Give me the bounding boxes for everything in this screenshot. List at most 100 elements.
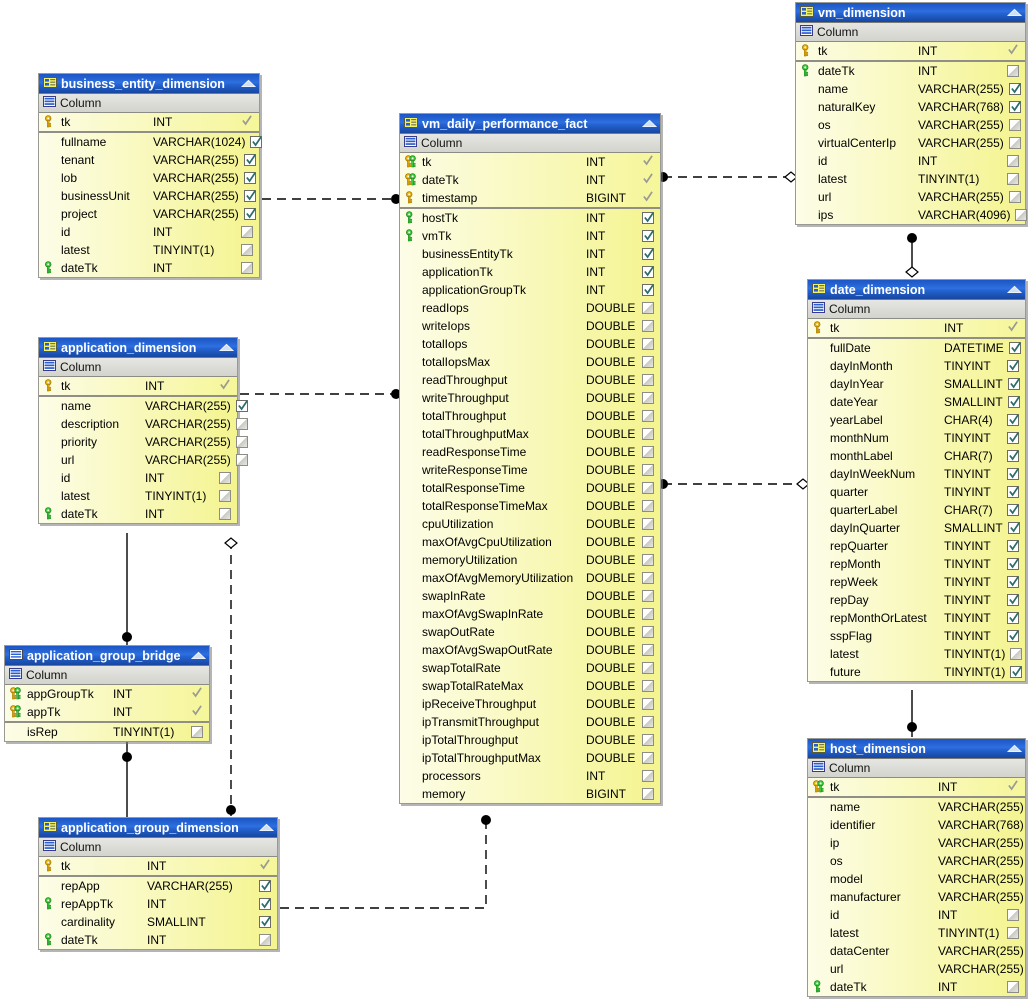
column-checkbox[interactable] [641, 354, 657, 370]
column-checkbox[interactable] [235, 452, 251, 468]
column-row[interactable]: totalResponseTime DOUBLE [400, 479, 660, 497]
column-checkbox[interactable] [1008, 81, 1024, 97]
column-row[interactable]: repAppTk INT [39, 895, 277, 913]
column-row[interactable]: tk INT [400, 153, 660, 171]
column-row[interactable]: maxOfAvgMemoryUtilization DOUBLE [400, 569, 660, 587]
column-checkbox[interactable] [1006, 484, 1022, 500]
column-checkbox[interactable] [1006, 574, 1022, 590]
column-row[interactable]: dateTk INT [796, 62, 1025, 80]
column-row[interactable]: dateTk INT [39, 931, 277, 949]
column-row[interactable]: dateTk INT [808, 978, 1025, 996]
column-checkbox[interactable] [258, 858, 274, 874]
table-application_group_dimension[interactable]: application_group_dimension Column tk INT re… [38, 817, 278, 950]
column-checkbox[interactable] [243, 206, 259, 222]
column-row[interactable]: vmTk INT [400, 227, 660, 245]
column-checkbox[interactable] [641, 210, 657, 226]
column-row[interactable]: name VARCHAR(255) [796, 80, 1025, 98]
column-row[interactable]: latest TINYINT(1) [39, 241, 259, 259]
column-row[interactable]: memoryUtilization DOUBLE [400, 551, 660, 569]
column-row[interactable]: quarter TINYINT [808, 483, 1025, 501]
table-titlebar[interactable]: vm_dimension [796, 3, 1025, 23]
column-checkbox[interactable] [641, 318, 657, 334]
column-row[interactable]: dayInMonth TINYINT [808, 357, 1025, 375]
column-section-header[interactable]: Column [808, 300, 1025, 319]
column-row[interactable]: swapOutRate DOUBLE [400, 623, 660, 641]
column-checkbox[interactable] [1006, 628, 1022, 644]
column-row[interactable]: swapTotalRate DOUBLE [400, 659, 660, 677]
column-checkbox[interactable] [258, 932, 274, 948]
column-row[interactable]: memory BIGINT [400, 785, 660, 803]
column-row[interactable]: ips VARCHAR(4096) [796, 206, 1028, 224]
table-vm_dimension[interactable]: vm_dimension Column tk INT dateTk INT name VARC… [795, 2, 1028, 225]
column-row[interactable]: identifier VARCHAR(768) [808, 816, 1025, 834]
column-checkbox[interactable] [1006, 502, 1022, 518]
column-checkbox[interactable] [190, 724, 206, 740]
column-checkbox[interactable] [1006, 448, 1022, 464]
column-checkbox[interactable] [1006, 979, 1022, 995]
column-row[interactable]: totalThroughput DOUBLE [400, 407, 660, 425]
column-checkbox[interactable] [1006, 153, 1022, 169]
column-row[interactable]: maxOfAvgSwapInRate DOUBLE [400, 605, 660, 623]
table-date_dimension[interactable]: date_dimension Column tk INT fullDate DATETIM… [807, 279, 1026, 682]
column-checkbox[interactable] [1006, 412, 1022, 428]
collapse-icon[interactable] [255, 821, 275, 835]
collapse-icon[interactable] [215, 341, 235, 355]
column-checkbox[interactable] [1006, 358, 1022, 374]
table-titlebar[interactable]: application_dimension [39, 338, 237, 358]
column-row[interactable]: tk INT [808, 778, 1025, 796]
table-titlebar[interactable]: business_entity_dimension [39, 74, 259, 94]
column-checkbox[interactable] [641, 642, 657, 658]
column-checkbox[interactable] [641, 534, 657, 550]
column-checkbox[interactable] [1006, 592, 1022, 608]
table-titlebar[interactable]: application_group_bridge [5, 646, 209, 666]
column-row[interactable]: repMonthOrLatest TINYINT [808, 609, 1025, 627]
column-section-header[interactable]: Column [39, 838, 277, 857]
column-row[interactable]: yearLabel CHAR(4) [808, 411, 1025, 429]
column-section-header[interactable]: Column [39, 94, 259, 113]
column-row[interactable]: latest TINYINT(1) [808, 924, 1025, 942]
column-checkbox[interactable] [641, 462, 657, 478]
column-checkbox[interactable] [641, 750, 657, 766]
column-checkbox[interactable] [1009, 664, 1025, 680]
column-row[interactable]: lob VARCHAR(255) [39, 169, 259, 187]
column-checkbox[interactable] [641, 714, 657, 730]
collapse-icon[interactable] [187, 649, 207, 663]
column-row[interactable]: writeIops DOUBLE [400, 317, 660, 335]
column-row[interactable]: repWeek TINYINT [808, 573, 1025, 591]
column-row[interactable]: name VARCHAR(255) [39, 397, 248, 415]
column-row[interactable]: writeResponseTime DOUBLE [400, 461, 660, 479]
column-row[interactable]: readIops DOUBLE [400, 299, 660, 317]
column-row[interactable]: maxOfAvgCpuUtilization DOUBLE [400, 533, 660, 551]
column-checkbox[interactable] [641, 154, 657, 170]
column-row[interactable]: manufacturer VARCHAR(255) [808, 888, 1025, 906]
table-application_dimension[interactable]: application_dimension Column tk INT name VARC… [38, 337, 248, 524]
column-checkbox[interactable] [243, 170, 259, 186]
table-titlebar[interactable]: date_dimension [808, 280, 1025, 300]
column-checkbox[interactable] [1006, 466, 1022, 482]
column-row[interactable]: cardinality SMALLINT [39, 913, 277, 931]
column-checkbox[interactable] [641, 190, 657, 206]
column-checkbox[interactable] [1006, 63, 1022, 79]
column-checkbox[interactable] [1006, 556, 1022, 572]
column-checkbox[interactable] [1006, 907, 1022, 923]
column-row[interactable]: repQuarter TINYINT [808, 537, 1025, 555]
column-row[interactable]: hostTk INT [400, 209, 660, 227]
column-checkbox[interactable] [190, 686, 206, 702]
column-checkbox[interactable] [240, 260, 256, 276]
column-checkbox[interactable] [641, 552, 657, 568]
column-row[interactable]: repDay TINYINT [808, 591, 1025, 609]
column-row[interactable]: isRep TINYINT(1) [5, 723, 209, 741]
column-row[interactable]: model VARCHAR(255) [808, 870, 1025, 888]
column-checkbox[interactable] [641, 678, 657, 694]
column-section-header[interactable]: Column [5, 666, 209, 685]
column-row[interactable]: appTk INT [5, 703, 209, 721]
column-checkbox[interactable] [641, 336, 657, 352]
collapse-icon[interactable] [638, 117, 658, 131]
column-checkbox[interactable] [240, 114, 256, 130]
column-row[interactable]: virtualCenterIp VARCHAR(255) [796, 134, 1025, 152]
column-checkbox[interactable] [218, 488, 234, 504]
column-checkbox[interactable] [1006, 925, 1022, 941]
column-section-header[interactable]: Column [400, 134, 660, 153]
column-checkbox[interactable] [1006, 538, 1022, 554]
column-checkbox[interactable] [243, 188, 259, 204]
